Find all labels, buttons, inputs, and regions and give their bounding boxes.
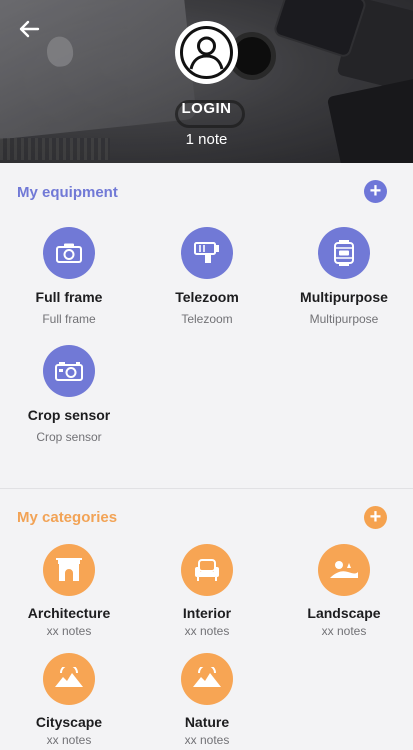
equipment-subtitle: Full frame (42, 312, 96, 326)
category-count: xx notes (321, 624, 367, 638)
category-count: xx notes (184, 624, 230, 638)
armchair-icon (181, 544, 233, 596)
equipment-item-crop-sensor[interactable]: Crop sensor Crop sensor (0, 345, 138, 444)
equipment-item-telezoom[interactable]: Telezoom Telezoom (138, 227, 276, 326)
crop-camera-icon (43, 345, 95, 397)
category-name: Nature (184, 714, 230, 730)
landscape-icon (318, 544, 370, 596)
equipment-section-title: My equipment (17, 184, 118, 201)
category-item-cityscape[interactable]: Cityscape xx notes (0, 653, 138, 747)
add-category-button[interactable]: + (364, 506, 387, 529)
user-avatar-icon (180, 26, 233, 79)
category-item-architecture[interactable]: Architecture xx notes (0, 544, 138, 638)
category-name: Cityscape (35, 714, 103, 730)
category-name: Architecture (27, 605, 111, 621)
category-name: Landscape (307, 605, 381, 621)
equipment-item-multipurpose[interactable]: Multipurpose Multipurpose (275, 227, 413, 326)
equipment-subtitle: Telezoom (181, 312, 233, 326)
profile-header: LOGIN 1 note (0, 0, 413, 163)
category-item-landscape[interactable]: Landscape xx notes (275, 544, 413, 638)
category-count: xx notes (46, 733, 92, 747)
add-equipment-button[interactable]: + (364, 180, 387, 203)
category-count: xx notes (184, 733, 230, 747)
page-title[interactable]: LOGIN (0, 100, 413, 117)
category-name: Interior (182, 605, 232, 621)
category-item-interior[interactable]: Interior xx notes (138, 544, 276, 638)
categories-section-title: My categories (17, 509, 118, 526)
arch-icon (43, 544, 95, 596)
equipment-name: Multipurpose (300, 289, 388, 305)
note-count: 1 note (185, 131, 228, 148)
back-arrow-icon[interactable] (18, 18, 44, 44)
telezoom-lens-icon (181, 227, 233, 279)
equipment-subtitle: Multipurpose (309, 312, 379, 326)
section-divider (0, 488, 413, 489)
avatar[interactable] (175, 21, 238, 84)
mountain-icon (43, 653, 95, 705)
category-count: xx notes (46, 624, 92, 638)
equipment-subtitle: Crop sensor (36, 430, 102, 444)
mountain-icon (181, 653, 233, 705)
equipment-name: Full frame (35, 289, 103, 305)
equipment-name: Crop sensor (27, 407, 111, 423)
equipment-name: Telezoom (175, 289, 239, 305)
equipment-item-full-frame[interactable]: Full frame Full frame (0, 227, 138, 326)
camera-icon (43, 227, 95, 279)
category-item-nature[interactable]: Nature xx notes (138, 653, 276, 747)
multipurpose-lens-icon (318, 227, 370, 279)
